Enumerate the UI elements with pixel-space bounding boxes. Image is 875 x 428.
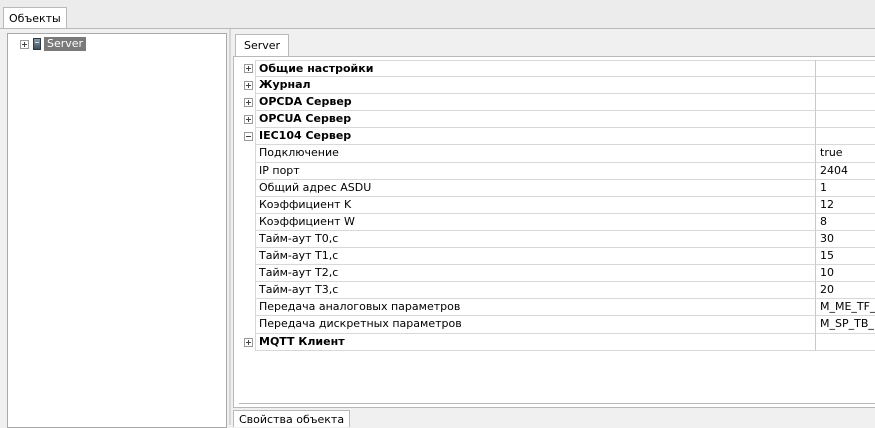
- server-icon: [33, 38, 41, 50]
- property-group-name: IEC104 Сервер: [255, 128, 815, 146]
- property-row[interactable]: Коэффициент W8: [243, 213, 875, 231]
- expand-plus-icon[interactable]: [244, 81, 253, 91]
- tree-item-label[interactable]: Server: [44, 37, 87, 51]
- collapse-minus-icon[interactable]: [244, 132, 253, 142]
- tab-server[interactable]: Server: [235, 34, 290, 56]
- property-value[interactable]: true: [815, 145, 875, 163]
- property-group-row[interactable]: OPCUA Сервер: [243, 111, 875, 129]
- property-value: [815, 94, 875, 112]
- property-value[interactable]: M_SP_TB_1: [815, 316, 875, 334]
- property-row[interactable]: Тайм-аут T2,с 10: [243, 265, 875, 283]
- property-group-row[interactable]: IEC104 Сервер: [243, 128, 875, 146]
- expand-plus-icon[interactable]: [244, 115, 253, 125]
- property-row[interactable]: Передача дискретных параметров M_SP_TB_1: [243, 316, 875, 334]
- property-name: Передача аналоговых параметров: [255, 299, 815, 317]
- property-value[interactable]: M_ME_TF_1: [815, 299, 875, 317]
- property-group-name: Общие настройки: [255, 60, 815, 78]
- object-tree[interactable]: Server: [7, 33, 227, 428]
- property-row[interactable]: Тайм-аут T3,с 20: [243, 282, 875, 300]
- property-value[interactable]: 12: [815, 196, 875, 214]
- expand-plus-icon[interactable]: [244, 337, 253, 347]
- tab-objects[interactable]: Объекты: [3, 7, 67, 28]
- property-group-name: MQTT Клиент: [255, 333, 815, 351]
- property-value[interactable]: 2404: [815, 162, 875, 180]
- property-group-name: OPCDA Сервер: [255, 94, 815, 112]
- panel-splitter[interactable]: [229, 29, 231, 425]
- tree-item-server[interactable]: Server: [20, 37, 87, 51]
- property-group-name: Журнал: [255, 77, 815, 95]
- tab-object-properties[interactable]: Свойства объекта: [233, 410, 351, 427]
- property-row[interactable]: Передача аналоговых параметровM_ME_TF_1: [243, 299, 875, 317]
- property-value[interactable]: 8: [815, 213, 875, 231]
- property-row[interactable]: Тайм-аут T1,с 15: [243, 248, 875, 266]
- property-name: Коэффициент K: [255, 196, 815, 214]
- property-row[interactable]: Общий адрес ASDU 1: [243, 179, 875, 197]
- property-value[interactable]: 10: [815, 265, 875, 283]
- property-value[interactable]: 20: [815, 282, 875, 300]
- property-row[interactable]: Подключение true: [243, 145, 875, 163]
- property-row[interactable]: Тайм-аут T0,с 30: [243, 230, 875, 249]
- property-value: [815, 333, 875, 351]
- property-value[interactable]: 15: [815, 248, 875, 266]
- property-value: [815, 77, 875, 95]
- property-name: Общий адрес ASDU: [255, 179, 815, 197]
- expand-plus-icon[interactable]: [20, 39, 29, 49]
- property-group-name: OPCUA Сервер: [255, 111, 815, 129]
- property-name: Подключение: [255, 145, 815, 163]
- property-row[interactable]: IP порт 2404: [243, 162, 875, 180]
- property-row[interactable]: Коэффициент K 12: [243, 196, 875, 214]
- grid-bottom-divider: [239, 403, 875, 404]
- property-value[interactable]: 30: [815, 230, 875, 249]
- property-grid: Общие настройки Журнал OPCDA Сервер OPCUA С…: [243, 60, 875, 351]
- property-group-row[interactable]: MQTT Клиент: [243, 333, 875, 351]
- property-group-row[interactable]: OPCDA Сервер: [243, 94, 875, 112]
- property-value: [815, 128, 875, 146]
- property-value: [815, 111, 875, 129]
- property-value[interactable]: 1: [815, 179, 875, 197]
- expand-plus-icon[interactable]: [244, 98, 253, 108]
- property-group-row[interactable]: Журнал: [243, 77, 875, 95]
- property-name: Тайм-аут T1,с: [255, 248, 815, 266]
- property-name: Тайм-аут T2,с: [255, 265, 815, 283]
- property-name: Передача дискретных параметров: [255, 316, 815, 334]
- property-name: IP порт: [255, 162, 815, 180]
- property-value: [815, 60, 875, 78]
- property-name: Тайм-аут T3,с: [255, 282, 815, 300]
- property-name: Коэффициент W: [255, 213, 815, 231]
- top-tabbar: Объекты: [0, 0, 875, 29]
- property-name: Тайм-аут T0,с: [255, 230, 815, 249]
- expand-plus-icon[interactable]: [244, 64, 253, 73]
- tabbar-divider: [0, 28, 875, 29]
- property-group-row[interactable]: Общие настройки: [243, 60, 875, 78]
